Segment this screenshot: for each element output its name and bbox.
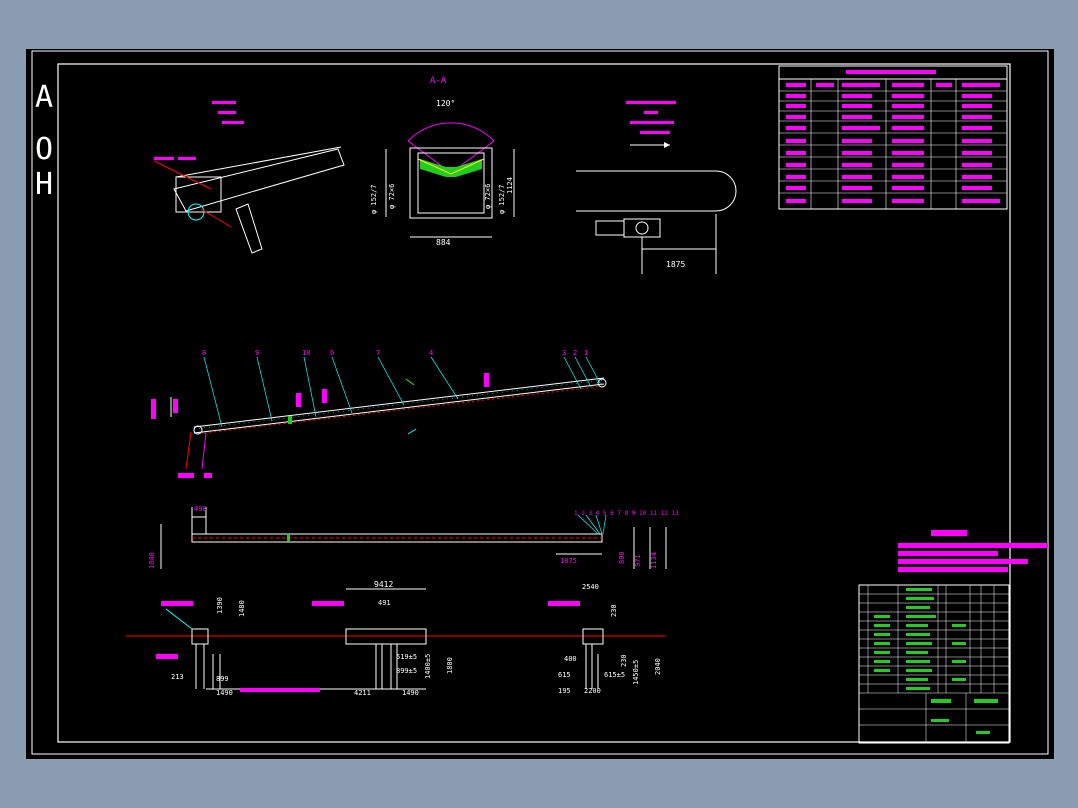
drawing-sheet: A O H A-A 120° 884 φ 152/7 φ 72×6 φ 72×6… — [26, 49, 1054, 759]
angle-label: 120° — [436, 99, 455, 108]
tail-detail-view — [153, 101, 345, 254]
svg-text:800: 800 — [618, 551, 626, 564]
section-view: A-A 120° 884 φ 152/7 φ 72×6 φ 72×6 φ 152… — [370, 76, 515, 247]
svg-text:2: 2 — [573, 349, 577, 357]
svg-text:7: 7 — [376, 349, 380, 357]
conveyor-elevation: 8 9 10 6 7 4 3 2 1 — [151, 349, 607, 478]
outer-border — [31, 50, 1049, 755]
svg-text:6: 6 — [330, 349, 334, 357]
svg-text:2200: 2200 — [584, 687, 601, 695]
svg-text:1875: 1875 — [560, 557, 577, 565]
svg-text:971: 971 — [634, 554, 642, 567]
svg-text:φ 152/7: φ 152/7 — [498, 184, 506, 214]
svg-text:1390: 1390 — [216, 597, 224, 614]
svg-text:9: 9 — [255, 349, 259, 357]
tech-notes — [898, 530, 1048, 572]
side-letter-a: A — [35, 80, 53, 115]
svg-text:899: 899 — [216, 675, 229, 683]
svg-text:8: 8 — [202, 349, 206, 357]
svg-text:195: 195 — [558, 687, 571, 695]
svg-text:498: 498 — [194, 505, 207, 513]
svg-text:615±5: 615±5 — [604, 671, 625, 679]
drive-view: 1875 — [576, 101, 737, 274]
svg-text:615: 615 — [558, 671, 571, 679]
title-block — [858, 584, 1010, 744]
svg-text:1875: 1875 — [666, 260, 685, 269]
svg-text:1490: 1490 — [402, 689, 419, 697]
spec-table — [778, 65, 1008, 210]
section-label: A-A — [430, 76, 447, 86]
svg-text:1800: 1800 — [446, 657, 454, 674]
svg-text:400: 400 — [564, 655, 577, 663]
svg-text:φ 72×6: φ 72×6 — [388, 184, 396, 209]
side-letter-o: O — [35, 132, 53, 167]
plan-balloons: 1 2 3 4 5 6 7 8 9 10 11 12 13 — [574, 510, 679, 517]
svg-text:1450±5: 1450±5 — [632, 660, 640, 685]
svg-text:1490: 1490 — [216, 689, 233, 697]
cad-drawing: A O H A-A 120° 884 φ 152/7 φ 72×6 φ 72×6… — [31, 50, 1049, 755]
foundation-views: 213 899 1490 1390 1480 9412 491 519±5 89… — [126, 580, 666, 697]
svg-text:φ 72×6: φ 72×6 — [484, 184, 492, 209]
svg-text:1400±5: 1400±5 — [424, 654, 432, 679]
svg-text:899±5: 899±5 — [396, 667, 417, 675]
svg-text:2540: 2540 — [582, 583, 599, 591]
svg-text:10: 10 — [302, 349, 310, 357]
svg-text:491: 491 — [378, 599, 391, 607]
svg-text:9412: 9412 — [374, 580, 393, 589]
conveyor-plan: 498 1040 1875 800 971 1134 1 2 3 4 5 6 7… — [148, 505, 679, 569]
svg-text:1480: 1480 — [238, 600, 246, 617]
svg-text:230: 230 — [610, 604, 618, 617]
svg-text:230: 230 — [620, 654, 628, 667]
svg-text:213: 213 — [171, 673, 184, 681]
svg-text:3: 3 — [562, 349, 566, 357]
svg-text:519±5: 519±5 — [396, 653, 417, 661]
svg-text:φ 152/7: φ 152/7 — [370, 184, 378, 214]
dim-top-width: 884 — [436, 238, 451, 247]
svg-text:1040: 1040 — [148, 552, 156, 569]
svg-text:4211: 4211 — [354, 689, 371, 697]
side-letter-h: H — [35, 167, 53, 202]
svg-text:1: 1 — [584, 349, 588, 357]
svg-text:4: 4 — [429, 349, 433, 357]
svg-text:1124: 1124 — [506, 177, 514, 194]
svg-text:2040: 2040 — [654, 658, 662, 675]
svg-text:1134: 1134 — [650, 552, 658, 569]
